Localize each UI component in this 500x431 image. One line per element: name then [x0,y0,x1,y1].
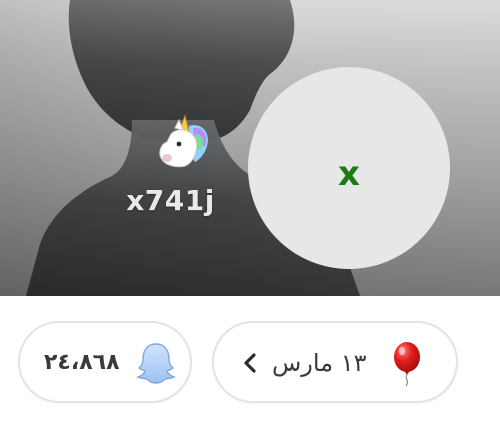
profile-header: x741j x [0,0,500,296]
chevron-left-icon [244,353,256,373]
birthday-value: ١٣ مارس [272,349,367,377]
snap-score-pill[interactable]: ٢٤،٨٦٨ [18,321,192,403]
birthday-pill[interactable]: ١٣ مارس [212,321,458,403]
snap-score-value: ٢٤،٨٦٨ [44,350,120,375]
unicorn-icon [159,114,208,168]
avatar[interactable]: x [248,67,450,269]
ghost-icon [136,343,176,384]
avatar-initial: x [338,154,360,194]
username-label: x741j [126,184,215,217]
balloon-icon [394,342,420,387]
